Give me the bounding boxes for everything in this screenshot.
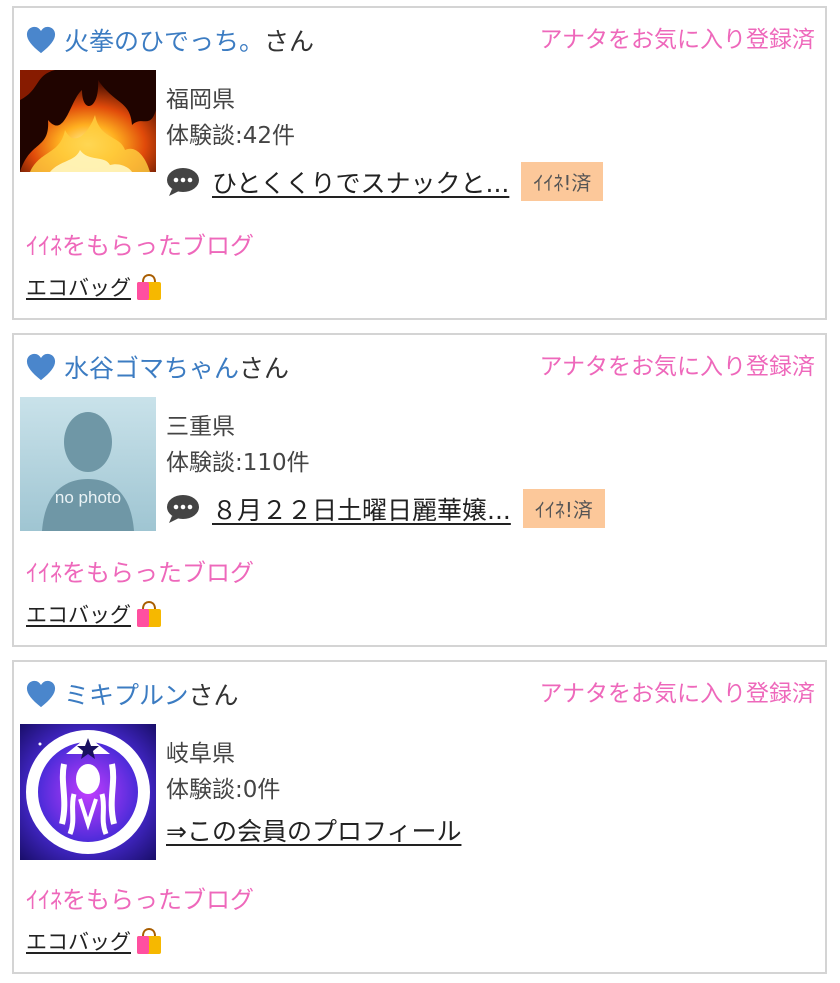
speech-bubble-icon bbox=[167, 494, 199, 523]
heart-icon bbox=[26, 680, 56, 708]
review-count: 体験談:110件 bbox=[166, 450, 310, 476]
latest-post: ８月２２日土曜日麗華嬢... ｲｲﾈ!済 bbox=[166, 489, 605, 528]
post-title-link[interactable]: ８月２２日土曜日麗華嬢... bbox=[212, 491, 511, 527]
avatar-image[interactable] bbox=[20, 70, 156, 172]
profile-link[interactable]: ⇒この会員のプロフィール bbox=[166, 812, 461, 848]
liked-blog-link[interactable]: ｲｲﾈをもらったブログ bbox=[26, 226, 254, 261]
member-card: 水谷ゴマちゃん さん アナタをお気に入り登録済 no photo 三重県 体験談… bbox=[12, 333, 827, 647]
like-badge: ｲｲﾈ!済 bbox=[521, 162, 604, 201]
eco-bag-label: エコバッグ bbox=[26, 930, 131, 954]
eco-bag-link[interactable]: エコバッグ bbox=[26, 926, 165, 956]
member-header: ミキプルン さん bbox=[26, 672, 239, 716]
prefecture: 福岡県 bbox=[166, 87, 235, 113]
member-name-link[interactable]: 水谷ゴマちゃん bbox=[64, 349, 239, 385]
latest-post: ひとくくりでスナックと... ｲｲﾈ!済 bbox=[166, 162, 604, 201]
speech-bubble-icon bbox=[167, 167, 199, 196]
no-photo-text: no photo bbox=[55, 488, 121, 507]
favorite-status: アナタをお気に入り登録済 bbox=[539, 27, 815, 53]
eco-bag-label: エコバッグ bbox=[26, 276, 131, 300]
siren-logo-image bbox=[20, 724, 156, 860]
liked-blog-link[interactable]: ｲｲﾈをもらったブログ bbox=[26, 553, 254, 588]
member-header: 水谷ゴマちゃん さん bbox=[26, 345, 289, 389]
honorific: さん bbox=[264, 27, 315, 56]
shopping-bag-icon bbox=[137, 273, 161, 300]
post-title-link[interactable]: ひとくくりでスナックと... bbox=[212, 164, 509, 200]
shopping-bag-icon bbox=[137, 600, 161, 627]
liked-blog-link[interactable]: ｲｲﾈをもらったブログ bbox=[26, 880, 254, 915]
review-count: 体験談:0件 bbox=[166, 777, 281, 803]
heart-icon bbox=[26, 26, 56, 54]
like-badge: ｲｲﾈ!済 bbox=[522, 489, 605, 528]
member-name-link[interactable]: ミキプルン bbox=[64, 676, 189, 712]
eco-bag-link[interactable]: エコバッグ bbox=[26, 272, 165, 302]
shopping-bag-icon bbox=[137, 927, 161, 954]
avatar-image[interactable]: no photo bbox=[20, 397, 156, 531]
avatar-image[interactable] bbox=[20, 724, 156, 860]
member-card: 火拳のひでっち。 さん アナタをお気に入り登録済 福岡県 体験談:42件 ひとく… bbox=[12, 6, 827, 320]
favorite-status: アナタをお気に入り登録済 bbox=[539, 681, 815, 707]
honorific: さん bbox=[188, 681, 239, 710]
prefecture: 岐阜県 bbox=[166, 741, 235, 767]
honorific: さん bbox=[239, 354, 290, 383]
no-photo-silhouette: no photo bbox=[20, 397, 156, 531]
review-count: 体験談:42件 bbox=[166, 123, 296, 149]
eco-bag-link[interactable]: エコバッグ bbox=[26, 599, 165, 629]
prefecture: 三重県 bbox=[166, 414, 235, 440]
member-card: ミキプルン さん アナタをお気に入り登録済 岐阜県 体験談:0件 ⇒この会員のプ… bbox=[12, 660, 827, 974]
eco-bag-label: エコバッグ bbox=[26, 603, 131, 627]
fire-image bbox=[20, 70, 156, 172]
member-name-link[interactable]: 火拳のひでっち。 bbox=[64, 22, 264, 58]
member-header: 火拳のひでっち。 さん bbox=[26, 18, 314, 62]
favorite-status: アナタをお気に入り登録済 bbox=[539, 354, 815, 380]
heart-icon bbox=[26, 353, 56, 381]
